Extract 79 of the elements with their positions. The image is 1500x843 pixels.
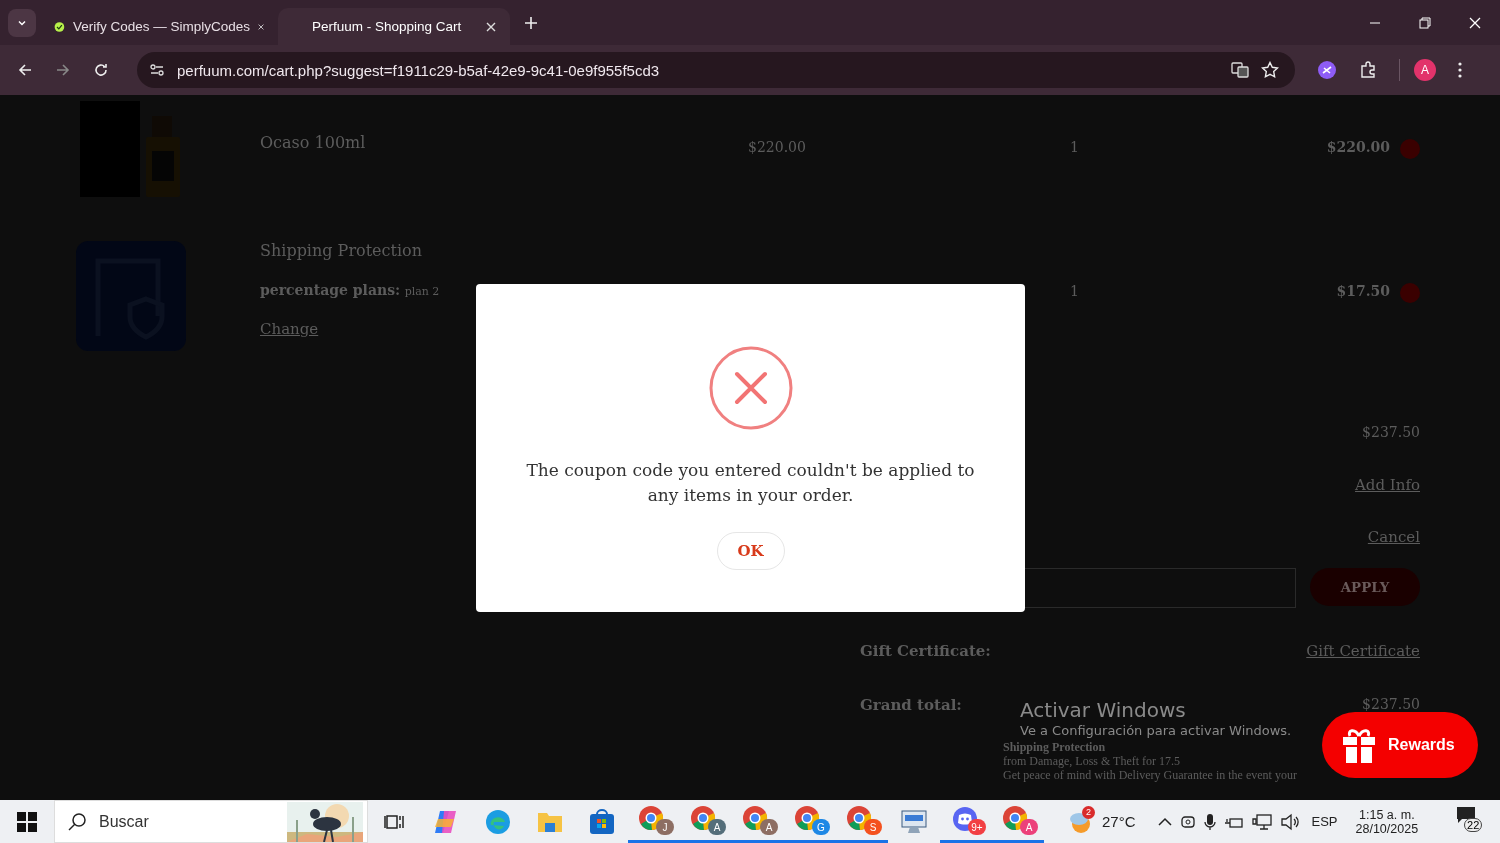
tab-title: Perfuum - Shopping Cart [312,19,463,34]
app-badge: A [760,819,778,835]
speaker-icon[interactable] [1279,812,1300,831]
taskbar-app[interactable]: A [992,800,1044,843]
restore-icon[interactable] [1419,16,1431,29]
activation-text: Ve a Configuración para activar Windows. [1020,723,1292,738]
grand-total-value: $237.50 [1362,696,1420,714]
edge-icon [485,808,511,835]
app-badge: A [1020,819,1038,835]
gift-certificate-label: Gift Certificate: [860,642,991,660]
forward-icon[interactable] [55,62,71,78]
taskbar-app[interactable]: G [784,800,836,843]
clock[interactable]: 1:15 a. m. 28/10/2025 [1355,807,1419,836]
add-info-link[interactable]: Add Info [1355,476,1420,494]
taskbar-app[interactable]: A [732,800,784,843]
microphone-icon[interactable] [1203,812,1216,831]
address-bar[interactable]: perfuum.com/cart.php?suggest=f1911c29-b5af-42e9-9c41-0e9f955f5cd3 [137,52,1295,88]
gift-icon [1342,727,1376,763]
tab-title: Verify Codes — SimplyCodes [72,19,250,34]
ok-button[interactable]: OK [716,532,785,570]
search-placeholder: Buscar [99,812,149,831]
back-icon[interactable] [17,62,33,78]
plan-text: percentage plans: plan 2 [260,282,441,298]
grand-total-label: Grand total: [860,696,962,714]
protection-note-text: Get peace of mind with Delivery Guarantee in the event your [1003,768,1298,782]
gift-certificate-link[interactable]: Gift Certificate [1306,642,1420,660]
translate-icon[interactable] [1231,61,1249,79]
time-text: 1:15 a. m. [1359,807,1415,822]
protection-note-text: from Damage, Loss & Theft for 17.5 [1003,754,1182,768]
browser-tab[interactable]: Perfuum - Shopping Cart [278,8,510,45]
taskbar-app[interactable]: 9+ [940,800,992,843]
notification-button[interactable]: 22 [1456,805,1489,838]
rewards-button[interactable]: Rewards [1322,712,1478,778]
line-total: $220.00 [1325,139,1391,155]
product-name: Ocaso 100ml [260,133,367,152]
subtotal-value: $237.50 [1362,424,1420,440]
app-badge: J [656,819,674,835]
folder-icon [537,810,563,833]
cancel-link[interactable]: Cancel [1367,528,1420,546]
taskbar-app[interactable]: S [836,800,888,843]
reload-icon[interactable] [93,62,109,78]
quantity-value[interactable]: 1 [1048,283,1288,299]
menu-icon[interactable] [1458,62,1462,78]
language-indicator[interactable]: ESP [1311,814,1338,829]
windows-logo-icon[interactable] [17,811,37,832]
store-icon [589,808,615,835]
site-settings-icon[interactable] [149,62,165,78]
app-badge: S [864,819,882,835]
app-badge: A [708,819,726,835]
network-icon[interactable] [1251,812,1272,831]
taskbar-search-field[interactable]: Buscar [54,800,368,843]
date-text: 28/10/2025 [1355,821,1419,836]
new-tab-icon[interactable] [524,15,538,30]
monitor-icon [900,808,928,835]
app-badge: G [812,819,830,835]
unit-price: $220.00 [748,139,807,155]
star-icon[interactable] [1261,61,1279,79]
taskbar-app[interactable]: A [680,800,732,843]
puzzle-icon[interactable] [1359,61,1377,79]
close-icon[interactable] [486,21,496,32]
chevron-up-icon[interactable] [1157,816,1172,827]
product-name: Shipping Protection [260,241,423,260]
taskbar-app[interactable]: J [628,800,680,843]
discord-icon [952,806,980,834]
browser-tab[interactable]: Verify Codes — SimplyCodes [46,8,278,45]
apply-button[interactable]: APPLY [1310,568,1420,606]
weather-badge: 2 [1082,805,1095,819]
error-icon [708,346,793,430]
line-total: $17.50 [1335,283,1391,299]
temperature-text: 27°C [1102,813,1136,830]
extension-icon[interactable] [1317,60,1337,80]
dialog-message: The coupon code you entered couldn't be applied to any items in your order. [525,459,976,507]
notification-count: 22 [1464,817,1483,832]
app-badge: 9+ [968,819,986,835]
activation-title: Activar Windows [1020,698,1187,722]
profile-avatar[interactable]: A [1414,59,1436,81]
url-text: perfuum.com/cart.php?suggest=f1911c29-b5af-42e9-9c41-0e9f955f5cd3 [177,61,660,79]
quantity-value[interactable]: 1 [1048,139,1288,155]
search-icon [67,811,87,832]
